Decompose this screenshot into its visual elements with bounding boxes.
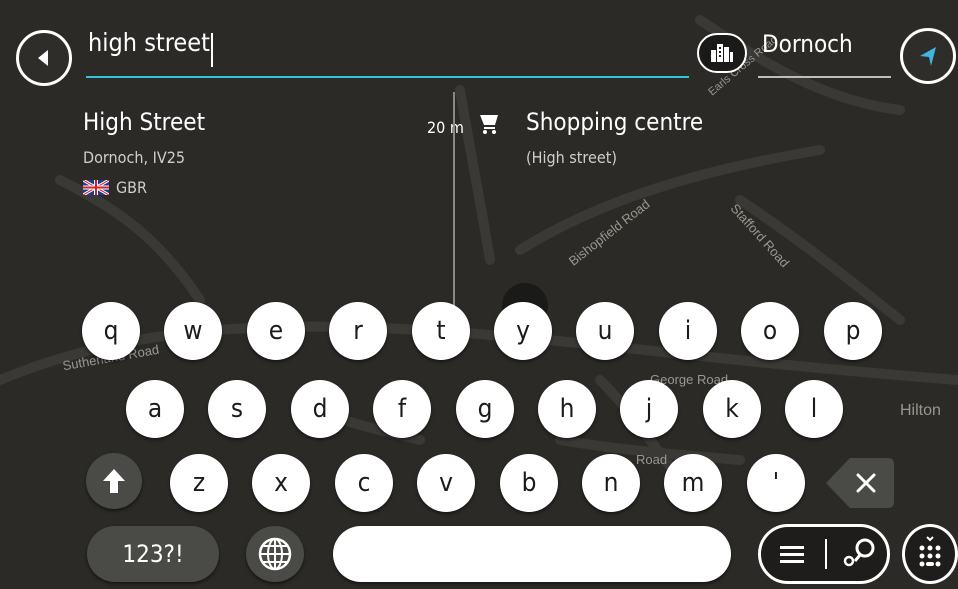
key-r[interactable]: r (329, 302, 387, 360)
map-label: Road (636, 452, 668, 467)
key-d[interactable]: d (291, 380, 349, 438)
key-t[interactable]: t (412, 302, 470, 360)
uk-flag-icon (83, 180, 109, 195)
back-button[interactable] (16, 30, 72, 86)
language-key[interactable] (246, 526, 304, 582)
key-j[interactable]: j (620, 380, 678, 438)
result-distance: 20 m (427, 118, 464, 137)
toggle-divider (825, 539, 827, 569)
space-key[interactable] (333, 526, 731, 582)
map-label: Hilton (900, 402, 941, 419)
list-icon[interactable] (779, 544, 805, 564)
city-poi-icon (711, 44, 733, 62)
key-q[interactable]: q (82, 302, 140, 360)
search-screen: Bishopfield Road Stafford Road Earls Cro… (0, 0, 958, 589)
key-f[interactable]: f (373, 380, 431, 438)
key-l[interactable]: l (785, 380, 843, 438)
key-g[interactable]: g (456, 380, 514, 438)
key-x[interactable]: x (252, 454, 310, 512)
shift-key[interactable] (86, 453, 142, 509)
back-arrow-icon (38, 50, 48, 66)
search-underline (86, 76, 689, 78)
location-underline (758, 76, 891, 78)
result-subtitle: Dornoch, IV25 (83, 148, 186, 167)
key-b[interactable]: b (500, 454, 558, 512)
result-item-high-street[interactable]: High Street Dornoch, IV25 GBR 20 m (80, 100, 464, 210)
key-apostrophe[interactable]: ' (747, 454, 805, 512)
result-title: High Street (83, 108, 206, 136)
key-z[interactable]: z (170, 454, 228, 512)
map-pin-icon[interactable] (839, 537, 879, 569)
numbers-key[interactable]: 123?! (87, 526, 219, 582)
key-v[interactable]: v (417, 454, 475, 512)
backspace-key[interactable] (824, 456, 896, 510)
shift-arrow-icon (103, 469, 125, 493)
key-p[interactable]: p (824, 302, 882, 360)
key-e[interactable]: e (247, 302, 305, 360)
key-s[interactable]: s (208, 380, 266, 438)
key-o[interactable]: o (741, 302, 799, 360)
key-u[interactable]: u (576, 302, 634, 360)
results-divider (453, 92, 455, 308)
list-map-toggle[interactable] (758, 524, 890, 584)
search-input[interactable]: high street (88, 28, 210, 57)
keyboard-hide-icon (919, 536, 941, 567)
key-i[interactable]: i (659, 302, 717, 360)
keyboard-hide-button[interactable] (902, 524, 958, 584)
location-input[interactable]: Dornoch (762, 30, 853, 58)
key-y[interactable]: y (494, 302, 552, 360)
text-cursor (211, 33, 213, 67)
key-w[interactable]: w (164, 302, 222, 360)
key-a[interactable]: a (126, 380, 184, 438)
result-subtitle: (High street) (526, 148, 617, 167)
result-title: Shopping centre (526, 108, 704, 136)
map-background (0, 15, 958, 505)
key-h[interactable]: h (538, 380, 596, 438)
navigate-button[interactable] (900, 28, 956, 84)
shopping-cart-icon (480, 115, 498, 134)
key-n[interactable]: n (582, 454, 640, 512)
result-country: GBR (116, 178, 148, 197)
backspace-icon (826, 458, 894, 508)
key-c[interactable]: c (335, 454, 393, 512)
result-item-shopping-centre[interactable]: Shopping centre (High street) (470, 100, 890, 210)
poi-button[interactable] (697, 33, 747, 73)
globe-icon (258, 537, 292, 571)
key-m[interactable]: m (664, 454, 722, 512)
key-k[interactable]: k (703, 380, 761, 438)
navigation-arrow-icon (920, 47, 936, 66)
